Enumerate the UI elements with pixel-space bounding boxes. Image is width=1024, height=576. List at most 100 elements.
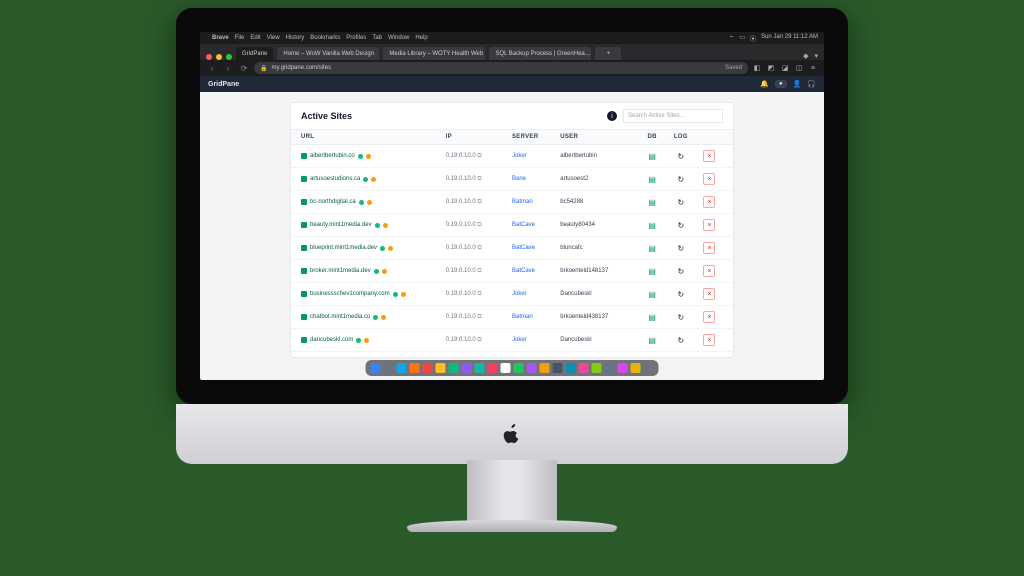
bell-icon[interactable]: 🔔 [760,80,769,88]
cell-db[interactable]: ▤ [639,244,666,253]
th-log[interactable]: LOG [666,134,696,140]
copy-icon[interactable]: ⧉ [477,153,481,159]
brand-label[interactable]: GridPane [208,81,239,88]
cell-server[interactable]: BatCave [512,222,560,228]
dock-app-icon[interactable] [514,363,524,373]
dock-app-icon[interactable] [371,363,381,373]
th-server[interactable]: SERVER [512,134,560,140]
cell-log[interactable]: ↻ [666,152,696,161]
shield-icon[interactable]: ◆ [803,52,808,60]
dock-app-icon[interactable] [410,363,420,373]
vpn-icon[interactable]: ▾ [814,52,818,60]
th-user[interactable]: USER [560,134,638,140]
cell-log[interactable]: ↻ [666,290,696,299]
battery-icon[interactable]: ▭ [739,34,745,43]
cell-log[interactable]: ↻ [666,175,696,184]
menu-window[interactable]: Window [388,35,409,41]
dock-app-icon[interactable] [566,363,576,373]
table-row[interactable]: chatbot.mint1media.co 0.19.0.10.0 ⧉Batma… [291,306,733,329]
ext-1-icon[interactable]: ◧ [752,63,762,73]
cell-log[interactable]: ↻ [666,336,696,345]
menu-file[interactable]: File [235,35,245,41]
tab-gridpane[interactable]: GridPane [236,47,273,60]
cell-url[interactable]: dancubeskl.com [301,337,446,343]
delete-button[interactable]: × [703,288,715,300]
dock-app-icon[interactable] [449,363,459,373]
copy-icon[interactable]: ⧉ [477,314,481,320]
dock-app-icon[interactable] [384,363,394,373]
table-row[interactable]: dancubeskl.com 0.19.0.10.0 ⧉JokerDancube… [291,329,733,352]
cell-url[interactable]: artusoestudions.ca [301,176,446,182]
new-tab-button[interactable]: + [595,47,621,60]
address-bar[interactable]: 🔒 my.gridpane.com/sites Saved [254,62,748,74]
cell-server[interactable]: Joker [512,153,560,159]
cell-server[interactable]: BatCave [512,245,560,251]
cell-server[interactable]: Joker [512,291,560,297]
cell-url[interactable]: businessschev1company.com [301,291,446,297]
cell-url[interactable]: bc-northdigital.ca [301,199,446,205]
back-button[interactable]: ‹ [206,62,218,74]
menu-tab[interactable]: Tab [372,35,382,41]
dock-app-icon[interactable] [488,363,498,373]
dock-app-icon[interactable] [553,363,563,373]
menubar-app[interactable]: Brave [212,35,229,41]
cell-db[interactable]: ▤ [639,267,666,276]
cell-url[interactable]: broker.mint1media.dev [301,268,446,274]
delete-button[interactable]: × [703,242,715,254]
ext-menu-icon[interactable]: ≡ [808,63,818,73]
th-ip[interactable]: IP [446,134,512,140]
cell-db[interactable]: ▤ [639,290,666,299]
table-row[interactable]: businessschev1company.com 0.19.0.10.0 ⧉J… [291,283,733,306]
table-row[interactable]: beauty.mint1media.dev 0.19.0.10.0 ⧉BatCa… [291,214,733,237]
delete-button[interactable]: × [703,219,715,231]
dock-app-icon[interactable] [436,363,446,373]
copy-icon[interactable]: ⧉ [477,199,481,205]
delete-button[interactable]: × [703,311,715,323]
table-row[interactable]: bc-northdigital.ca 0.19.0.10.0 ⧉Batmanbc… [291,191,733,214]
delete-button[interactable]: × [703,265,715,277]
cell-server[interactable]: Batman [512,199,560,205]
table-row[interactable]: artusoestudions.ca 0.19.0.10.0 ⧉Baneartu… [291,168,733,191]
cell-db[interactable]: ▤ [639,175,666,184]
cell-log[interactable]: ↻ [666,198,696,207]
cell-db[interactable]: ▤ [639,336,666,345]
menubar-clock[interactable]: Sun Jan 29 11:12 AM [761,34,818,43]
th-url[interactable]: URL [301,134,446,140]
wifi-icon[interactable]: ⌔ [729,34,735,43]
cell-url[interactable]: blueprint.mint1media.dev [301,245,446,251]
cell-server[interactable]: BatCave [512,268,560,274]
cell-db[interactable]: ▤ [639,221,666,230]
cell-db[interactable]: ▤ [639,313,666,322]
table-row[interactable]: broker.mint1media.dev 0.19.0.10.0 ⧉BatCa… [291,260,733,283]
cell-server[interactable]: Joker [512,337,560,343]
cell-db[interactable]: ▤ [639,152,666,161]
dock-app-icon[interactable] [605,363,615,373]
menu-help[interactable]: Help [415,35,427,41]
reload-button[interactable]: ⟳ [238,62,250,74]
cell-log[interactable]: ↻ [666,221,696,230]
menu-view[interactable]: View [267,35,280,41]
cell-url[interactable]: albertbertubin.co [301,153,446,159]
dock-app-icon[interactable] [423,363,433,373]
delete-button[interactable]: × [703,173,715,185]
info-icon[interactable]: i [607,111,617,121]
menu-history[interactable]: History [286,35,305,41]
dock-app-icon[interactable] [579,363,589,373]
menu-bookmarks[interactable]: Bookmarks [310,35,340,41]
tab-home[interactable]: Home – WoW Vanilla Web Design [277,47,379,60]
menu-profiles[interactable]: Profiles [346,35,366,41]
delete-button[interactable]: × [703,196,715,208]
cell-log[interactable]: ↻ [666,267,696,276]
copy-icon[interactable]: ⧉ [477,337,481,343]
dock-app-icon[interactable] [527,363,537,373]
ext-4-icon[interactable]: ◫ [794,63,804,73]
dock-app-icon[interactable] [397,363,407,373]
control-center-icon[interactable]: ⦿ [750,34,756,43]
dock-app-icon[interactable] [462,363,472,373]
topbar-badge[interactable]: ● [775,80,787,88]
cell-log[interactable]: ↻ [666,313,696,322]
user-avatar-icon[interactable]: 👤 [793,80,802,88]
dock-app-icon[interactable] [618,363,628,373]
dock-app-icon[interactable] [475,363,485,373]
cell-url[interactable]: beauty.mint1media.dev [301,222,446,228]
